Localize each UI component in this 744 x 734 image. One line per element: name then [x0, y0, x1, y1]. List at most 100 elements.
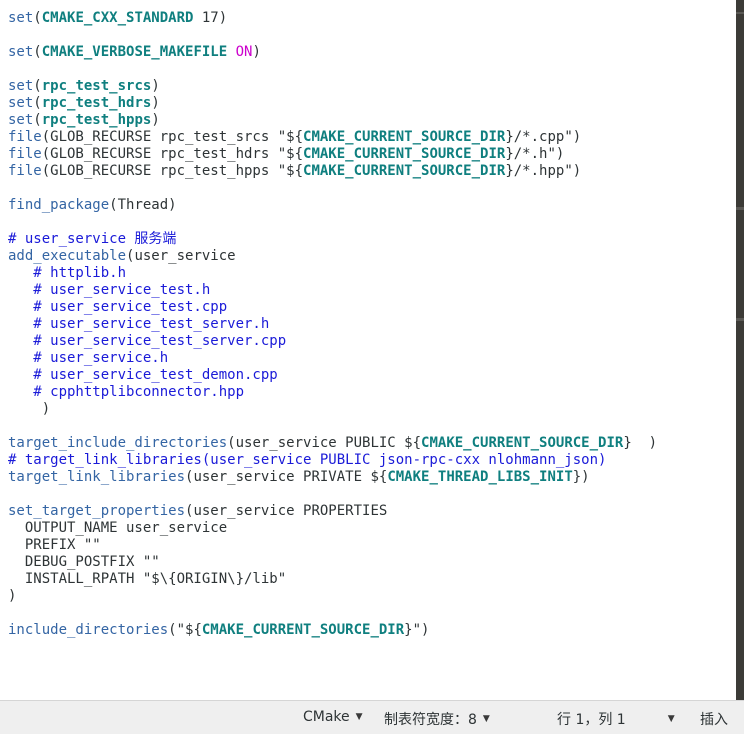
code-line[interactable]: # user_service_test_demon.cpp [8, 367, 657, 384]
code-line[interactable]: set_target_properties(user_service PROPE… [8, 503, 657, 520]
code-line[interactable]: INSTALL_RPATH "$\{ORIGIN\}/lib" [8, 571, 657, 588]
code-line[interactable]: ​ [8, 61, 657, 78]
code-line[interactable]: target_include_directories(user_service … [8, 435, 657, 452]
code-line[interactable]: # target_link_libraries(user_service PUB… [8, 452, 657, 469]
code-token: } ) [623, 435, 658, 451]
code-line[interactable]: set(CMAKE_CXX_STANDARD 17) [8, 10, 657, 27]
code-line[interactable]: include_directories("${CMAKE_CURRENT_SOU… [8, 622, 657, 639]
code-token: (user_service [126, 248, 236, 264]
code-line[interactable]: # cpphttplibconnector.hpp [8, 384, 657, 401]
cursor-position-selector[interactable]: 行 1，列 1 ▼ [557, 709, 675, 729]
code-line[interactable]: file(GLOB_RECURSE rpc_test_hdrs "${CMAKE… [8, 146, 657, 163]
chevron-down-icon: ▼ [667, 714, 675, 724]
code-line[interactable]: target_link_libraries(user_service PRIVA… [8, 469, 657, 486]
code-token: find_package [8, 197, 110, 213]
code-token: ) [151, 95, 160, 111]
code-token: (Thread) [109, 197, 177, 213]
code-token: add_executable [8, 248, 127, 264]
code-token: file [8, 129, 42, 145]
code-token: ) [151, 112, 160, 128]
code-token: (GLOB_RECURSE rpc_test_hpps "${ [41, 163, 304, 179]
code-token: file [8, 146, 42, 162]
code-token: OUTPUT_NAME user_service [8, 520, 228, 536]
language-selector[interactable]: CMake ▼ [303, 709, 363, 725]
code-line[interactable]: ​ [8, 418, 657, 435]
code-line[interactable]: ​ [8, 27, 657, 44]
code-line[interactable]: # user_service_test.h [8, 282, 657, 299]
code-token: rpc_test_srcs [41, 78, 152, 94]
code-line[interactable]: set(rpc_test_hpps) [8, 112, 657, 129]
code-line[interactable]: # user_service.h [8, 350, 657, 367]
code-token: ( [33, 10, 42, 26]
code-line[interactable]: ​ [8, 486, 657, 503]
code-token: # user_service_test.cpp [8, 299, 228, 315]
code-line[interactable]: ​ [8, 214, 657, 231]
code-token: set [8, 112, 34, 128]
code-token: ("${ [168, 622, 202, 638]
code-token: DEBUG_POSTFIX "" [8, 554, 160, 570]
code-token: # user_service 服务端 [8, 231, 177, 247]
code-token: CMAKE_CURRENT_SOURCE_DIR [303, 129, 506, 145]
code-token: (user_service PROPERTIES [185, 503, 388, 519]
code-line[interactable]: # user_service_test.cpp [8, 299, 657, 316]
code-content[interactable]: set(CMAKE_CXX_STANDARD 17)​set(CMAKE_VER… [8, 10, 657, 639]
chevron-down-icon: ▼ [355, 712, 363, 722]
tab-width-selector[interactable]: 制表符宽度：8 ▼ [384, 709, 490, 729]
code-line[interactable]: ​ [8, 180, 657, 197]
code-token: (user_service PRIVATE ${ [185, 469, 388, 485]
code-token: CMAKE_CURRENT_SOURCE_DIR [303, 146, 506, 162]
code-token: CMAKE_CURRENT_SOURCE_DIR [201, 622, 405, 638]
code-token: set_target_properties [8, 503, 186, 519]
code-line[interactable]: set(rpc_test_hdrs) [8, 95, 657, 112]
code-token: # cpphttplibconnector.hpp [8, 384, 245, 400]
edge-notch [736, 207, 744, 210]
code-token: # target_link_libraries(user_service PUB… [8, 452, 607, 468]
code-line[interactable]: file(GLOB_RECURSE rpc_test_hpps "${CMAKE… [8, 163, 657, 180]
code-token: # user_service_test_demon.cpp [8, 367, 278, 383]
code-token: CMAKE_THREAD_LIBS_INIT [387, 469, 573, 485]
code-line[interactable]: # user_service_test_server.cpp [8, 333, 657, 350]
code-line[interactable]: ) [8, 588, 657, 605]
code-token: (GLOB_RECURSE rpc_test_hdrs "${ [41, 146, 304, 162]
code-line[interactable]: find_package(Thread) [8, 197, 657, 214]
code-token: target_link_libraries [8, 469, 186, 485]
code-token: CMAKE_VERBOSE_MAKEFILE [41, 44, 228, 60]
code-line[interactable]: # httplib.h [8, 265, 657, 282]
code-line[interactable]: file(GLOB_RECURSE rpc_test_srcs "${CMAKE… [8, 129, 657, 146]
edge-notch [736, 318, 744, 321]
cursor-position-label: 行 1，列 1 [557, 712, 626, 728]
code-line[interactable]: # user_service_test_server.h [8, 316, 657, 333]
chevron-down-icon: ▼ [482, 714, 490, 724]
code-token: (user_service PUBLIC ${ [227, 435, 422, 451]
code-token: ( [33, 44, 42, 60]
code-token: PREFIX "" [8, 537, 101, 553]
code-token: INSTALL_RPATH "$\{ORIGIN\}/lib" [8, 571, 287, 587]
code-token: }/*.cpp") [505, 129, 582, 145]
code-token: CMAKE_CURRENT_SOURCE_DIR [303, 163, 506, 179]
code-line[interactable]: set(CMAKE_VERBOSE_MAKEFILE ON) [8, 44, 657, 61]
code-token: set [8, 10, 34, 26]
insert-mode-indicator[interactable]: 插入 [700, 709, 728, 729]
editor-text-area[interactable]: set(CMAKE_CXX_STANDARD 17)​set(CMAKE_VER… [0, 0, 736, 700]
code-token: CMAKE_CXX_STANDARD [41, 10, 194, 26]
code-token: # user_service_test_server.h [8, 316, 270, 332]
code-line[interactable]: DEBUG_POSTFIX "" [8, 554, 657, 571]
code-line[interactable]: ​ [8, 605, 657, 622]
code-token: rpc_test_hpps [41, 112, 152, 128]
code-token: set [8, 95, 34, 111]
code-token: file [8, 163, 42, 179]
code-token: 17) [193, 10, 228, 26]
code-line[interactable]: set(rpc_test_srcs) [8, 78, 657, 95]
code-token: }/*.hpp") [505, 163, 582, 179]
code-line[interactable]: OUTPUT_NAME user_service [8, 520, 657, 537]
code-line[interactable]: ) [8, 401, 657, 418]
code-token: }/*.h") [505, 146, 565, 162]
code-line[interactable]: add_executable(user_service [8, 248, 657, 265]
code-token: ) [8, 401, 51, 417]
code-token: set [8, 44, 34, 60]
code-token: set [8, 78, 34, 94]
code-line[interactable]: # user_service 服务端 [8, 231, 657, 248]
code-line[interactable]: PREFIX "" [8, 537, 657, 554]
code-token: rpc_test_hdrs [41, 95, 152, 111]
